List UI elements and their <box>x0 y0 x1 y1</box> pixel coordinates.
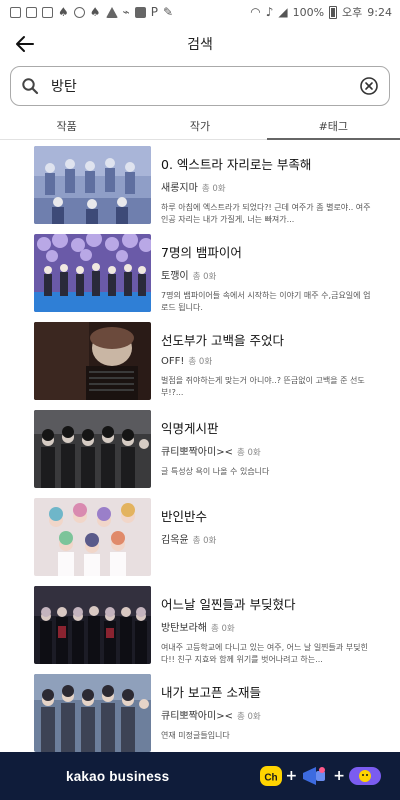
search-box <box>10 66 390 106</box>
story-author: 김옥윤 <box>161 535 189 546</box>
p-app-icon: P <box>150 4 159 19</box>
story-title: 반인반수 <box>161 509 208 524</box>
tab-authors[interactable]: 작가 <box>133 110 266 139</box>
ad-ch-label: Ch <box>264 773 277 784</box>
signal-icon: ◢ <box>278 4 288 19</box>
story-author: OFF! <box>161 356 185 367</box>
battery-icon <box>329 5 338 19</box>
tab-tags[interactable]: #태그 <box>266 110 400 140</box>
list-item[interactable]: 어느날 일찐들과 부딪혔다 방탄보라해 총 0화 여내주 고등학교에 다니고 있는… <box>0 586 400 674</box>
warning-icon <box>105 6 118 18</box>
ad-brand-text: kakao business <box>66 768 170 784</box>
arrow-left-icon <box>16 36 34 52</box>
episode-count: 총 0화 <box>188 357 213 367</box>
ad-plus-2: + <box>333 768 345 784</box>
story-title: 7명의 뱀파이어 <box>161 245 242 260</box>
status-system: ◠ ♪ ◢ 100% 오후 9:24 <box>250 4 392 20</box>
result-list: 0. 엑스트라 자리로는 부족해 새롱지마 총 0화 하루 아침에 엑스트라가 되… <box>0 146 400 762</box>
story-author: 토깽이 <box>161 271 189 282</box>
story-description: 7명의 뱀파이어들 속에서 시작하는 이야기 매주 수,금요일에 업로드 됩니다… <box>161 291 371 312</box>
list-item[interactable]: 익명게시판 큐티뽀짝아미>< 총 0화 글 특성상 욕이 나올 수 있습니다 <box>0 410 400 498</box>
search-input[interactable] <box>51 78 359 94</box>
episode-count: 총 0화 <box>236 712 261 722</box>
mute-icon: ♪ <box>265 4 274 19</box>
list-item[interactable]: 선도부가 고백을 주었다 OFF! 총 0화 벌점을 쥐야하는게 맞는거 아니야.… <box>0 322 400 410</box>
story-description: 하루 아침에 엑스트라가 되었다?! 근데 여주가 좀 별로야.. 여주인공 자… <box>161 203 371 224</box>
bell-icon: ♠ <box>58 4 69 19</box>
tab-works[interactable]: 작품 <box>0 110 133 139</box>
story-title: 익명게시판 <box>161 421 219 436</box>
story-thumbnail <box>34 674 151 752</box>
story-description: 연재 미정글들입니다 <box>161 731 230 740</box>
story-author: 큐티뽀짝아미>< <box>161 711 233 722</box>
battery-percent: 100% <box>292 5 325 19</box>
app-header: 검색 <box>0 24 400 64</box>
ad-icons: Ch + + <box>259 764 382 788</box>
bell-icon-2: ♠ <box>89 4 101 19</box>
episode-count: 총 0화 <box>211 624 235 634</box>
list-item[interactable]: 0. 엑스트라 자리로는 부족해 새롱지마 총 0화 하루 아침에 엑스트라가 되… <box>0 146 400 234</box>
story-thumbnail <box>34 146 151 224</box>
kakao-channel-icon: Ch <box>259 766 282 786</box>
page-title: 검색 <box>187 37 213 53</box>
wrench-icon: ✎ <box>163 4 174 19</box>
status-time: 9:24 <box>367 5 392 19</box>
story-thumbnail <box>34 234 151 312</box>
mail-notification-icon <box>10 6 21 18</box>
list-item[interactable]: 내가 보고픈 소재들 큐티뽀짝아미>< 총 0화 연재 미정글들입니다 <box>0 674 400 762</box>
story-title: 내가 보고픈 소재들 <box>161 685 261 700</box>
story-description: 여내주 고등학교에 다니고 있는 여주, 어느 날 일찐들과 부딪힌다!! 친구… <box>161 643 368 664</box>
story-description: 글 특성상 욕이 나올 수 있습니다 <box>161 467 270 476</box>
search-icon <box>22 78 39 95</box>
story-thumbnail <box>34 498 151 576</box>
back-button[interactable] <box>12 32 38 56</box>
chat-bubble-icon <box>349 767 381 785</box>
sd-card-icon <box>134 6 146 18</box>
story-thumbnail <box>34 586 151 664</box>
story-thumbnail <box>34 410 151 488</box>
episode-count: 총 0화 <box>192 272 217 282</box>
gallery-notification-icon <box>42 6 53 18</box>
result-tabs: 작품 작가 #태그 <box>0 110 400 140</box>
story-description: 벌점을 쥐야하는게 맞는거 아니야..? 뜬금없이 고백을 준 선도부!?... <box>161 376 365 397</box>
story-author: 큐티뽀짝아미>< <box>161 447 233 458</box>
instagram-icon <box>73 6 85 18</box>
wifi-call-icon: ◠ <box>250 4 261 19</box>
usb-icon: ⌁ <box>122 4 130 19</box>
ad-plus-1: + <box>285 768 298 784</box>
clear-search-icon[interactable] <box>359 76 379 96</box>
image-notification-icon <box>26 6 37 18</box>
story-title: 0. 엑스트라 자리로는 부족해 <box>161 157 312 172</box>
story-title: 선도부가 고백을 주었다 <box>161 333 284 348</box>
episode-count: 총 0화 <box>236 448 261 458</box>
episode-count: 총 0화 <box>201 184 226 194</box>
megaphone-icon <box>303 767 326 785</box>
story-description <box>161 554 376 578</box>
status-notifications: ♠ ♠ ⌁ P ✎ <box>10 4 174 19</box>
episode-count: 총 0화 <box>192 536 217 546</box>
status-ampm: 오후 <box>342 6 363 19</box>
kakao-business-ad-banner[interactable]: kakao business Ch + + <box>0 752 400 800</box>
story-thumbnail <box>34 322 151 400</box>
list-item[interactable]: 7명의 뱀파이어 토깽이 총 0화 7명의 뱀파이어들 속에서 시작하는 이야기 … <box>0 234 400 322</box>
story-title: 어느날 일찐들과 부딪혔다 <box>161 597 296 612</box>
story-author: 방탄보라해 <box>161 623 207 634</box>
story-author: 새롱지마 <box>161 183 198 194</box>
list-item[interactable]: 반인반수 김옥윤 총 0화 <box>0 498 400 586</box>
status-bar: ♠ ♠ ⌁ P ✎ ◠ ♪ ◢ 100% 오후 9:24 <box>0 0 400 24</box>
